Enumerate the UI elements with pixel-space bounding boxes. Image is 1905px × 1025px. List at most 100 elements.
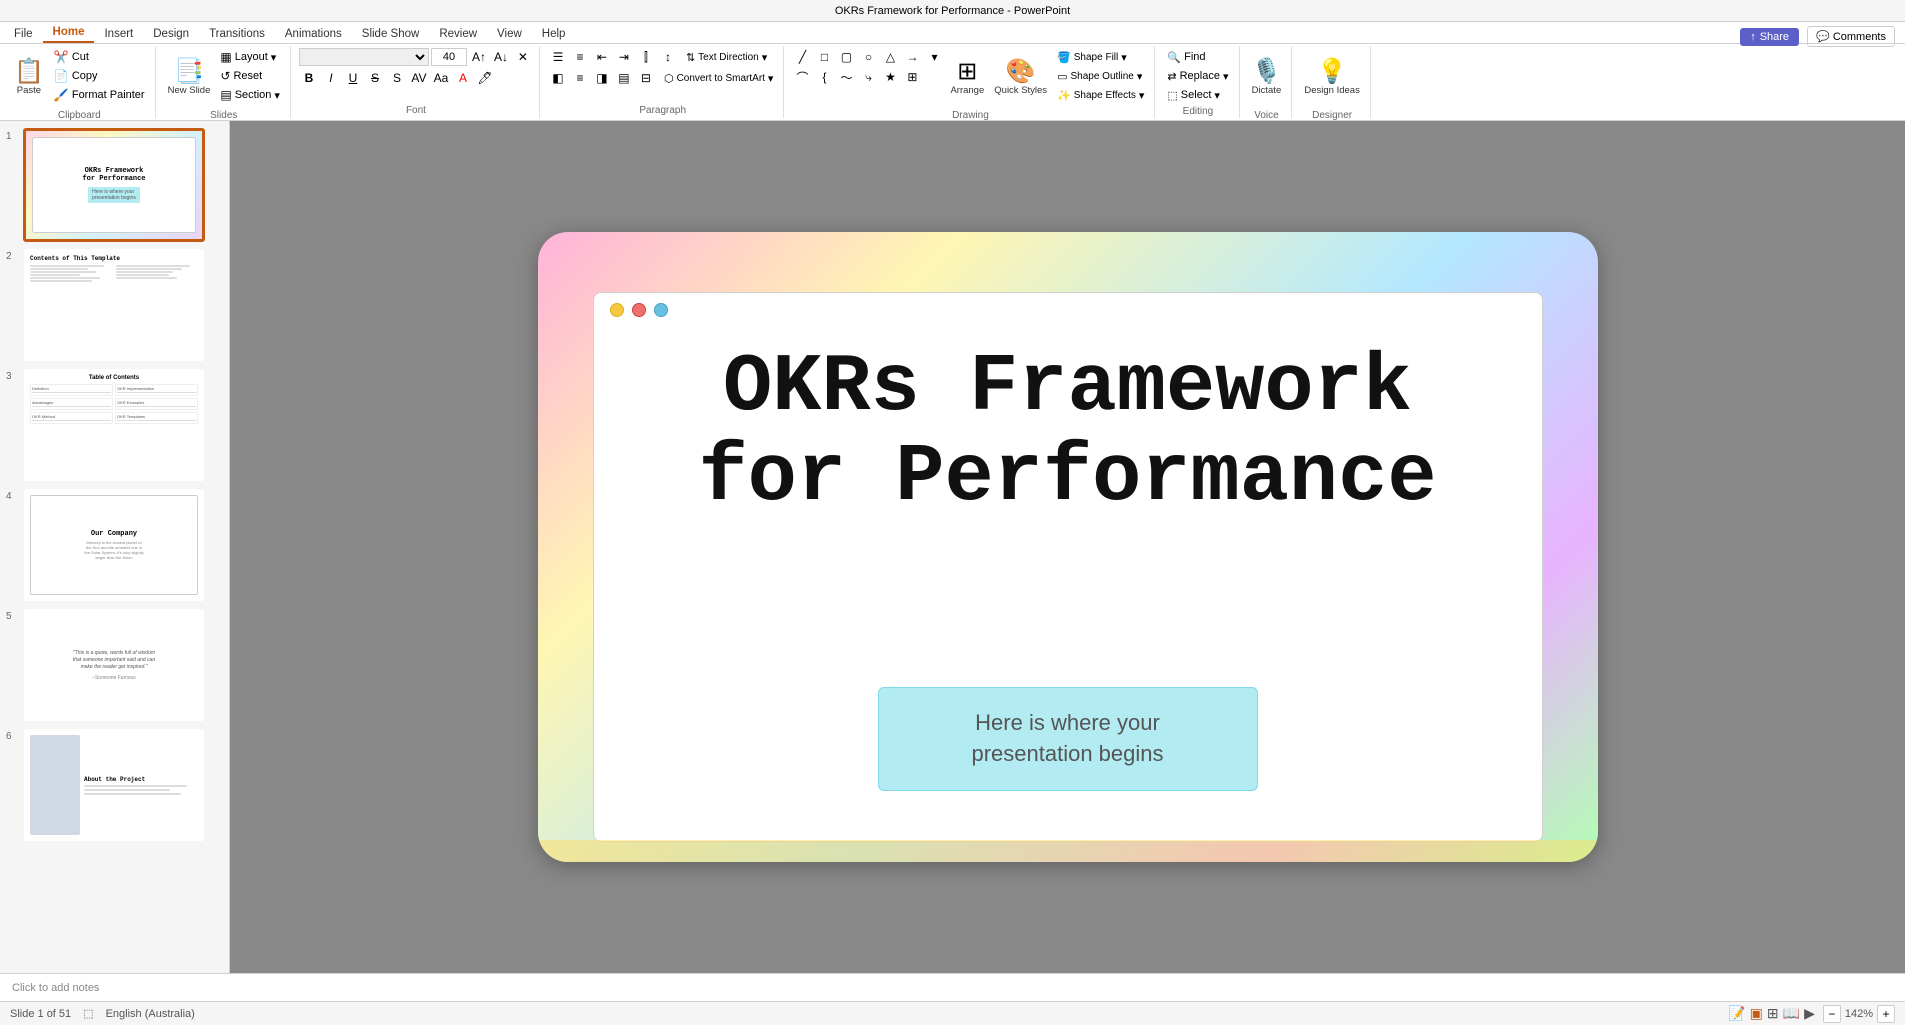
shape-circle-button[interactable]: ○ bbox=[858, 48, 878, 66]
editing-controls: 🔍 Find ⇄ Replace ▾ ⬚ Select ▾ bbox=[1163, 48, 1232, 104]
share-button[interactable]: ↑ Share bbox=[1740, 28, 1799, 46]
section-button[interactable]: ▤ Section ▾ bbox=[216, 86, 284, 104]
dot-blue[interactable] bbox=[654, 303, 668, 317]
shape-effects-button[interactable]: ✨ Shape Effects ▾ bbox=[1053, 86, 1148, 104]
shape-arrow-button[interactable]: → bbox=[902, 48, 922, 66]
align-left-button[interactable]: ◧ bbox=[548, 69, 568, 87]
tab-home[interactable]: Home bbox=[43, 23, 95, 43]
change-case-button[interactable]: Aa bbox=[431, 69, 451, 87]
slide-subtitle-box[interactable]: Here is where yourpresentation begins bbox=[878, 687, 1258, 791]
numbering-button[interactable]: ≡ bbox=[570, 48, 590, 66]
find-button[interactable]: 🔍 Find bbox=[1163, 48, 1232, 66]
slide-image-6[interactable]: About the Project bbox=[24, 729, 204, 841]
replace-button[interactable]: ⇄ Replace ▾ bbox=[1163, 67, 1232, 85]
arrange-large-button[interactable]: ⊞ Arrange bbox=[946, 48, 988, 108]
slide-thumb-1[interactable]: 1 OKRs Frameworkfor Performance Here is … bbox=[6, 129, 223, 241]
text-shadow-button[interactable]: S bbox=[387, 69, 407, 87]
slide-thumb-6[interactable]: 6 About the Project bbox=[6, 729, 223, 841]
shape-outline-button[interactable]: ▭ Shape Outline ▾ bbox=[1053, 67, 1148, 85]
canvas-area[interactable]: OKRs Framework for Performance Here is w… bbox=[230, 121, 1905, 973]
increase-indent-button[interactable]: ⇥ bbox=[614, 48, 634, 66]
layout-button[interactable]: ▦ Layout ▾ bbox=[216, 48, 284, 66]
shape-effects-icon: ✨ bbox=[1057, 89, 1071, 102]
dot-pink[interactable] bbox=[632, 303, 646, 317]
tab-view[interactable]: View bbox=[487, 25, 532, 43]
copy-button[interactable]: 📄 Copy bbox=[50, 67, 149, 85]
slide-thumb-3[interactable]: 3 Table of Contents Definition OKR Imple… bbox=[6, 369, 223, 481]
notes-bar[interactable]: Click to add notes bbox=[0, 973, 1905, 1001]
notes-view-icon[interactable]: 📝 bbox=[1728, 1005, 1745, 1022]
reset-button[interactable]: ↺ Reset bbox=[216, 67, 284, 85]
tab-animations[interactable]: Animations bbox=[275, 25, 352, 43]
align-center-button[interactable]: ≡ bbox=[570, 69, 590, 87]
cut-button[interactable]: ✂️ Cut bbox=[50, 48, 149, 66]
new-slide-button[interactable]: 📑 New Slide bbox=[164, 48, 215, 108]
paste-button[interactable]: 📋 Paste bbox=[10, 48, 48, 108]
shape-star-button[interactable]: ★ bbox=[880, 68, 900, 86]
shape-brace-button[interactable]: { bbox=[814, 68, 834, 86]
font-family-select[interactable] bbox=[299, 48, 429, 66]
dot-yellow[interactable] bbox=[610, 303, 624, 317]
text-direction-button[interactable]: ⇅ Text Direction ▾ bbox=[682, 48, 771, 66]
highlight-button[interactable]: 🖊 bbox=[475, 69, 495, 87]
decrease-font-button[interactable]: A↓ bbox=[491, 48, 511, 66]
slide-image-2[interactable]: Contents of This Template bbox=[24, 249, 204, 361]
normal-view-icon[interactable]: ▣ bbox=[1750, 1005, 1763, 1022]
tab-review[interactable]: Review bbox=[429, 25, 487, 43]
slide-thumb-4[interactable]: 4 Our Company Mercury is the closest pla… bbox=[6, 489, 223, 601]
columns-button[interactable]: ⫿ bbox=[636, 48, 656, 66]
slide-thumb-5[interactable]: 5 "This is a quote, words full of wisdom… bbox=[6, 609, 223, 721]
slideshow-icon[interactable]: ▶ bbox=[1804, 1005, 1815, 1022]
tab-slideshow[interactable]: Slide Show bbox=[352, 25, 430, 43]
format-painter-button[interactable]: 🖌️ Format Painter bbox=[50, 86, 149, 104]
select-button[interactable]: ⬚ Select ▾ bbox=[1163, 86, 1232, 104]
select-dropdown: ▾ bbox=[1214, 89, 1220, 102]
shape-rect-button[interactable]: □ bbox=[814, 48, 834, 66]
decrease-indent-button[interactable]: ⇤ bbox=[592, 48, 612, 66]
font-color-button[interactable]: A bbox=[453, 69, 473, 87]
slide-main[interactable]: OKRs Framework for Performance Here is w… bbox=[538, 232, 1598, 862]
font-size-input[interactable] bbox=[431, 48, 467, 66]
tab-help[interactable]: Help bbox=[532, 25, 576, 43]
tab-transitions[interactable]: Transitions bbox=[199, 25, 275, 43]
italic-button[interactable]: I bbox=[321, 69, 341, 87]
bullets-button[interactable]: ☰ bbox=[548, 48, 568, 66]
slide-image-1[interactable]: OKRs Frameworkfor Performance Here is wh… bbox=[24, 129, 204, 241]
tab-file[interactable]: File bbox=[4, 25, 43, 43]
tab-insert[interactable]: Insert bbox=[94, 25, 143, 43]
bold-button[interactable]: B bbox=[299, 69, 319, 87]
slide-image-4[interactable]: Our Company Mercury is the closest plane… bbox=[24, 489, 204, 601]
line-spacing-button[interactable]: ↕ bbox=[658, 48, 678, 66]
strikethrough-button[interactable]: S bbox=[365, 69, 385, 87]
comments-button[interactable]: 💬 Comments bbox=[1807, 26, 1895, 47]
tab-design[interactable]: Design bbox=[143, 25, 199, 43]
shape-connector-button[interactable]: ⤷ bbox=[858, 68, 878, 86]
shape-more-button[interactable]: ▾ bbox=[924, 48, 944, 66]
arrange-button[interactable]: ⊞ bbox=[902, 68, 922, 86]
align-text-button[interactable]: ⊟ bbox=[636, 69, 656, 87]
slide-image-3[interactable]: Table of Contents Definition OKR Impleme… bbox=[24, 369, 204, 481]
shape-line-button[interactable]: ╱ bbox=[792, 48, 812, 66]
align-right-button[interactable]: ◨ bbox=[592, 69, 612, 87]
shape-round-rect-button[interactable]: ▢ bbox=[836, 48, 856, 66]
char-spacing-button[interactable]: AV bbox=[409, 69, 429, 87]
slide-main-title[interactable]: OKRs Framework for Performance bbox=[594, 343, 1542, 523]
clear-format-button[interactable]: ✕ bbox=[513, 48, 533, 66]
design-ideas-button[interactable]: 💡 Design Ideas bbox=[1300, 48, 1363, 108]
underline-button[interactable]: U bbox=[343, 69, 363, 87]
shape-arc-button[interactable]: ⌒ bbox=[792, 68, 812, 86]
slide-sorter-icon[interactable]: ⊞ bbox=[1767, 1005, 1779, 1022]
zoom-out-button[interactable]: − bbox=[1823, 1005, 1841, 1023]
increase-font-button[interactable]: A↑ bbox=[469, 48, 489, 66]
justify-button[interactable]: ▤ bbox=[614, 69, 634, 87]
reading-view-icon[interactable]: 📖 bbox=[1783, 1005, 1800, 1022]
quick-styles-button[interactable]: 🎨 Quick Styles bbox=[990, 48, 1051, 108]
dictate-button[interactable]: 🎙️ Dictate bbox=[1248, 48, 1286, 108]
slide-thumb-2[interactable]: 2 Contents of This Template bbox=[6, 249, 223, 361]
shape-triangle-button[interactable]: △ bbox=[880, 48, 900, 66]
slide-image-5[interactable]: "This is a quote, words full of wisdomth… bbox=[24, 609, 204, 721]
convert-smartart-button[interactable]: ⬡ Convert to SmartArt ▾ bbox=[660, 69, 778, 87]
shape-freeform-button[interactable]: 〜 bbox=[836, 68, 856, 86]
zoom-in-button[interactable]: + bbox=[1877, 1005, 1895, 1023]
shape-fill-button[interactable]: 🪣 Shape Fill ▾ bbox=[1053, 48, 1148, 66]
